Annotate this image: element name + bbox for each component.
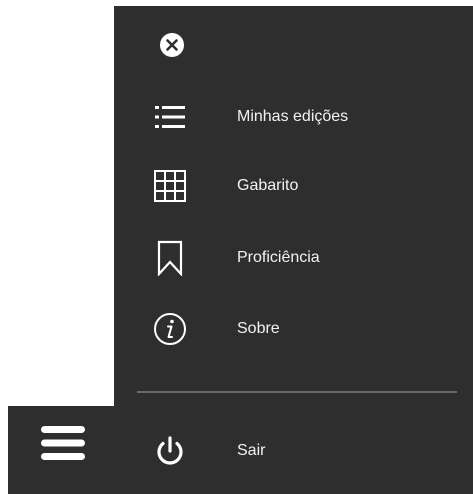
menu-item-label: Gabarito [237,177,299,194]
menu-toggle-button[interactable] [38,423,88,467]
info-icon [150,309,190,349]
grid-icon [150,166,190,206]
hamburger-icon [40,424,86,467]
menu-item-sobre[interactable]: Sobre [114,301,473,357]
menu-item-proficiencia[interactable]: Proficiência [114,230,473,286]
close-menu-button[interactable] [150,25,194,69]
app-stage: Minhas edições Gabarito Proficiência Sob… [0,0,473,494]
close-icon [159,32,185,63]
menu-divider [137,391,457,393]
logout-button[interactable]: Sair [114,423,473,479]
menu-item-label: Sobre [237,320,280,337]
logout-label: Sair [237,442,266,459]
bookmark-icon [150,238,190,278]
menu-item-label: Minhas edições [237,108,349,125]
menu-item-gabarito[interactable]: Gabarito [114,158,473,214]
power-icon [150,431,190,471]
menu-item-minhas-edicoes[interactable]: Minhas edições [114,89,473,145]
menu-item-label: Proficiência [237,249,320,266]
list-icon [150,97,190,137]
